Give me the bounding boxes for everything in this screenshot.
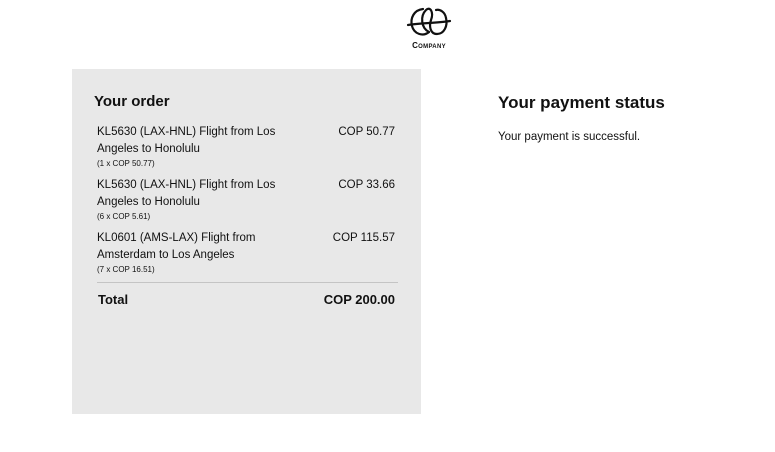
- order-item-quantity: (7 x COP 16.51): [97, 265, 155, 274]
- company-logo: Company: [400, 4, 458, 54]
- order-summary-panel: Your order KL5630 (LAX-HNL) Flight from …: [72, 69, 421, 414]
- order-item-name: KL0601 (AMS-LAX) Flight from Amsterdam t…: [97, 232, 256, 261]
- total-label: Total: [98, 292, 129, 307]
- payment-status-title: Your payment status: [498, 93, 665, 112]
- order-item: KL0601 (AMS-LAX) Flight from Amsterdam t…: [97, 230, 397, 283]
- order-item-price: COP 33.66: [338, 179, 395, 191]
- order-title: Your order: [94, 93, 170, 110]
- order-item-quantity: (6 x COP 5.61): [97, 212, 151, 221]
- total-divider: [97, 282, 398, 283]
- payment-result-page: Company Your order KL5630 (LAX-HNL) Flig…: [0, 0, 775, 452]
- company-logo-icon: [406, 7, 452, 36]
- payment-status-message: Your payment is successful.: [498, 131, 641, 143]
- order-item-price: COP 50.77: [338, 126, 395, 138]
- order-item-name: KL5630 (LAX-HNL) Flight from Los Angeles…: [97, 126, 276, 155]
- company-logo-text: Company: [412, 41, 446, 50]
- order-item: KL5630 (LAX-HNL) Flight from Los Angeles…: [97, 177, 397, 230]
- order-items-list: KL5630 (LAX-HNL) Flight from Los Angeles…: [97, 124, 397, 283]
- order-item-price: COP 115.57: [332, 232, 395, 244]
- order-item-name: KL5630 (LAX-HNL) Flight from Los Angeles…: [97, 179, 276, 208]
- order-item-quantity: (1 x COP 50.77): [97, 159, 155, 168]
- order-item: KL5630 (LAX-HNL) Flight from Los Angeles…: [97, 124, 397, 177]
- total-value: COP 200.00: [323, 292, 395, 307]
